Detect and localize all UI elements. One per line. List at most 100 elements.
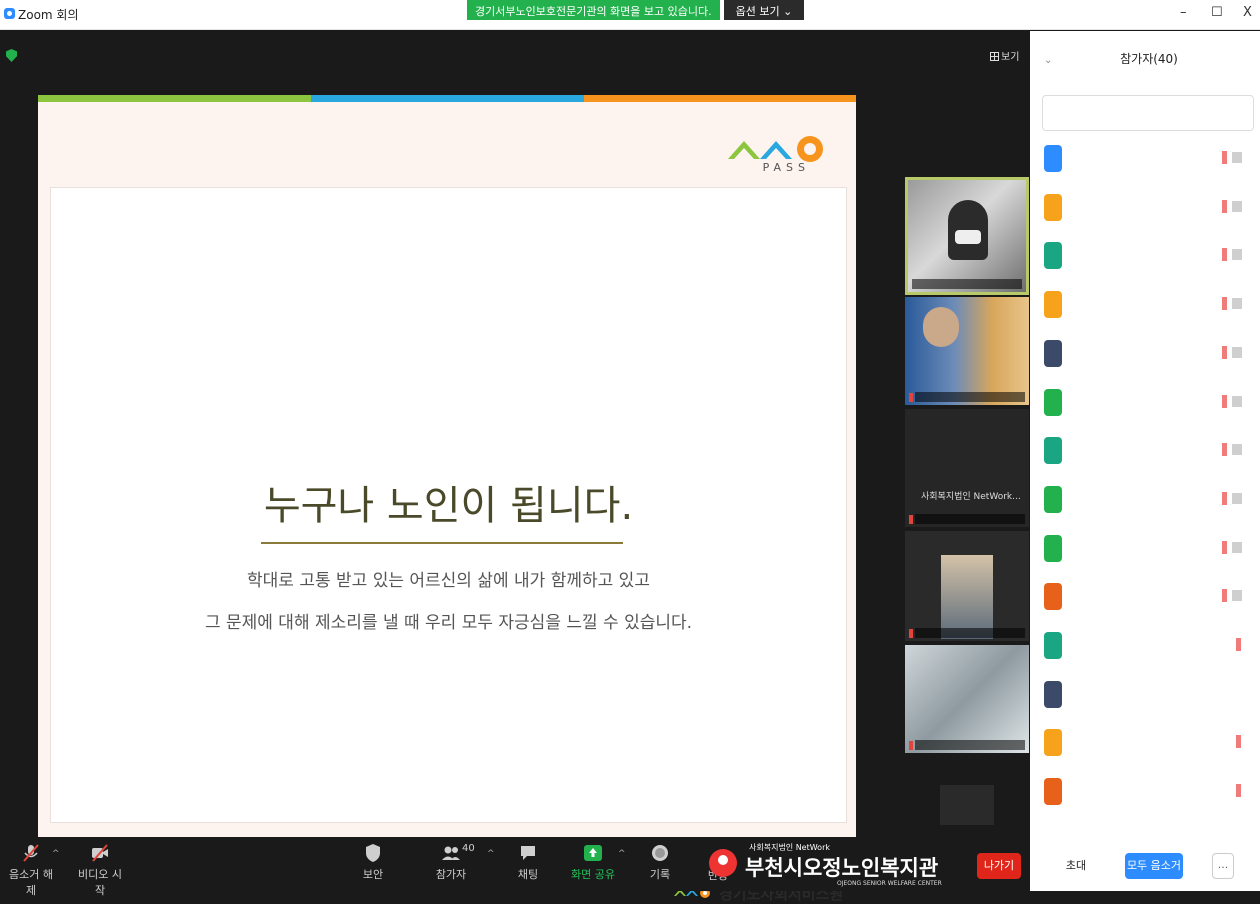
participant-row[interactable] — [1042, 332, 1256, 376]
participant-row[interactable] — [1042, 527, 1256, 571]
participant-silhouette — [923, 307, 959, 347]
video-thumbnail[interactable] — [905, 531, 1029, 641]
video-thumbnail[interactable] — [905, 177, 1029, 295]
share-options-caret[interactable]: ^ — [618, 849, 626, 859]
participant-row[interactable] — [1042, 186, 1256, 230]
participant-avatar — [1044, 291, 1062, 319]
muted-mic-icon — [1222, 297, 1227, 311]
participant-avatar — [1044, 339, 1062, 367]
zoom-app-icon — [4, 8, 15, 19]
video-off-icon — [1232, 590, 1242, 602]
muted-mic-icon — [909, 629, 913, 638]
record-label: 기록 — [649, 868, 671, 881]
video-thumbnail[interactable]: 사회복지법인 NetWork... — [905, 409, 1029, 527]
slide-headline: 누구나 노인이 됩니다. — [263, 483, 634, 529]
close-button[interactable]: X — [1243, 5, 1252, 20]
maximize-button[interactable]: ☐ — [1211, 5, 1223, 20]
thumbnail-name-label — [915, 514, 1025, 524]
participants-panel-title: 참가자(40) — [1120, 52, 1178, 66]
video-off-icon — [1232, 444, 1242, 456]
muted-mic-icon — [1236, 638, 1241, 651]
muted-mic-icon — [1222, 248, 1227, 262]
unmute-label: 음소거 해제 — [9, 868, 53, 897]
watermark-english: OJEONG SENIOR WELFARE CENTER — [837, 880, 942, 887]
participant-avatar — [1044, 437, 1062, 465]
participant-row[interactable] — [1042, 673, 1256, 717]
muted-mic-icon — [909, 515, 913, 524]
invite-button[interactable]: 초대 — [1058, 853, 1094, 879]
view-options-button[interactable]: 옵션 보기 ⌄ — [723, 0, 805, 20]
participant-row[interactable] — [1042, 137, 1256, 181]
participant-avatar — [1044, 242, 1062, 270]
participant-row[interactable] — [1042, 721, 1256, 765]
participant-avatar — [1044, 778, 1062, 806]
video-off-icon — [1232, 492, 1242, 504]
more-thumbnails-button[interactable] — [940, 785, 994, 825]
minimize-button[interactable]: – — [1180, 5, 1187, 20]
muted-mic-icon — [1222, 345, 1227, 359]
share-screen-button[interactable]: 화면 공유 — [570, 843, 616, 882]
participant-avatar — [1044, 729, 1062, 757]
muted-mic-icon — [23, 844, 39, 862]
participant-video — [941, 555, 993, 639]
audio-options-caret[interactable]: ^ — [52, 849, 60, 859]
participant-row[interactable] — [1042, 624, 1256, 668]
shared-slide: PASS 누구나 노인이 됩니다. 학대로 고통 받고 있는 어르신의 삶에 내… — [38, 95, 856, 903]
muted-mic-icon — [1222, 491, 1227, 505]
share-screen-icon — [584, 845, 602, 861]
participant-row[interactable] — [1042, 770, 1256, 814]
video-off-icon — [1232, 152, 1242, 163]
slide-line-1: 학대로 고통 받고 있는 어르신의 삶에 내가 함께하고 있고 — [247, 571, 650, 591]
muted-mic-icon — [1222, 394, 1227, 408]
mask — [955, 230, 981, 244]
participant-row[interactable] — [1042, 381, 1256, 425]
video-off-icon — [1232, 298, 1242, 310]
participant-avatar — [1044, 388, 1062, 416]
start-video-label: 비디오 시작 — [78, 868, 122, 897]
headline-divider — [261, 542, 623, 544]
participants-panel: ⌄ 참가자(40) 초대 모두 음소거 ... — [1030, 31, 1260, 891]
muted-mic-icon — [1222, 151, 1227, 164]
muted-mic-icon — [1222, 589, 1227, 603]
security-button[interactable]: 보안 — [360, 843, 386, 882]
video-off-icon — [1232, 200, 1242, 212]
muted-mic-icon — [1236, 735, 1241, 749]
participants-icon — [442, 846, 460, 860]
share-banner: 경기서부노인보호전문기관의 화면을 보고 있습니다. 옵션 보기 ⌄ — [467, 0, 805, 20]
participant-row[interactable] — [1042, 283, 1256, 327]
record-icon — [652, 845, 668, 861]
participants-options-caret[interactable]: ^ — [487, 849, 495, 859]
record-button[interactable]: 기록 — [646, 843, 674, 882]
video-off-icon — [1232, 346, 1242, 358]
chat-label: 채팅 — [517, 868, 539, 881]
security-label: 보안 — [362, 868, 384, 881]
video-off-icon — [1232, 395, 1242, 407]
muted-mic-icon — [1236, 784, 1241, 798]
more-options-button[interactable]: ... — [1212, 853, 1234, 879]
participant-row[interactable] — [1042, 234, 1256, 278]
thumbnail-overlay-text: 사회복지법인 NetWork... — [921, 492, 1021, 502]
video-thumbnail[interactable] — [905, 297, 1029, 405]
video-thumbnail[interactable] — [905, 645, 1029, 753]
meeting-area: 보기 PASS 누구나 노인이 됩니다. 학대로 고통 받고 있는 어르신의 삶… — [0, 31, 1030, 903]
participant-avatar — [1044, 534, 1062, 562]
view-button[interactable]: 보기 — [990, 48, 1019, 63]
leave-button[interactable]: 나가기 — [977, 853, 1021, 879]
participant-search-input[interactable] — [1042, 95, 1254, 131]
participant-avatar — [1044, 193, 1062, 221]
participant-row[interactable] — [1042, 575, 1256, 619]
participant-avatar — [1044, 632, 1062, 659]
slide-card: 누구나 노인이 됩니다. 학대로 고통 받고 있는 어르신의 삶에 내가 함께하… — [50, 187, 847, 903]
start-video-button[interactable]: 비디오 시작 — [74, 843, 126, 898]
participant-avatar — [1044, 145, 1062, 172]
security-shield-icon[interactable] — [6, 49, 17, 62]
participants-panel-footer: 초대 모두 음소거 ... — [1030, 851, 1260, 891]
participant-avatar — [1044, 485, 1062, 513]
watermark-title: 부천시오정노인복지관 — [745, 856, 939, 880]
participant-row[interactable] — [1042, 478, 1256, 522]
participant-row[interactable] — [1042, 429, 1256, 473]
chat-button[interactable]: 채팅 — [514, 843, 542, 882]
muted-mic-icon — [1222, 540, 1227, 554]
mute-all-button[interactable]: 모두 음소거 — [1125, 853, 1183, 879]
unmute-button[interactable]: 음소거 해제 — [6, 843, 56, 898]
